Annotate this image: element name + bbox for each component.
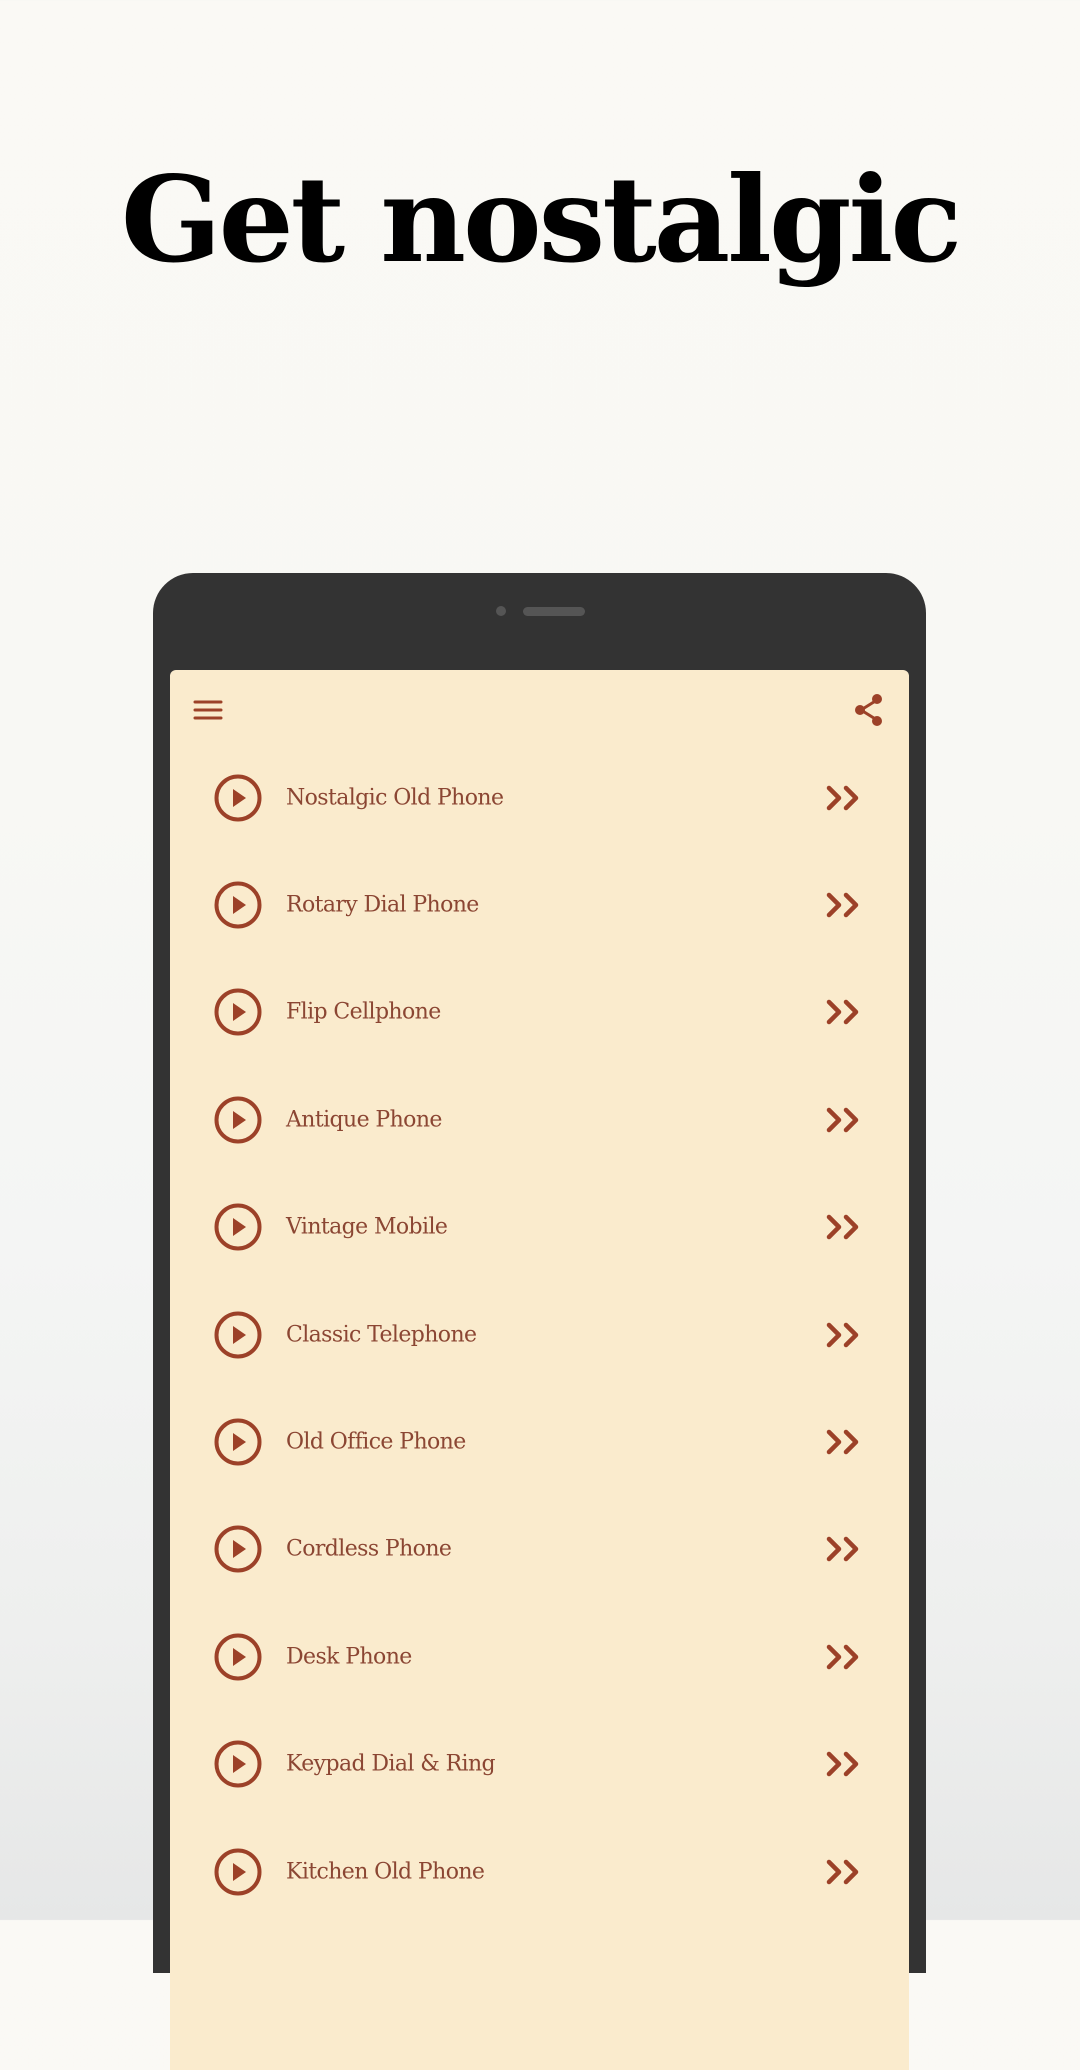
- play-circle-icon[interactable]: [213, 1632, 263, 1682]
- double-chevron-right-icon[interactable]: [825, 1213, 863, 1241]
- list-item[interactable]: Old Office Phone: [170, 1388, 909, 1495]
- list-item[interactable]: Antique Phone: [170, 1066, 909, 1173]
- play-circle-icon[interactable]: [213, 1202, 263, 1252]
- list-item[interactable]: Rotary Dial Phone: [170, 851, 909, 958]
- double-chevron-right-icon[interactable]: [825, 1428, 863, 1456]
- play-circle-icon[interactable]: [213, 773, 263, 823]
- hamburger-menu-icon: [193, 700, 223, 720]
- list-item-label: Classic Telephone: [286, 1322, 477, 1348]
- double-chevron-right-icon[interactable]: [825, 1535, 863, 1563]
- play-circle-icon[interactable]: [213, 987, 263, 1037]
- play-circle-icon[interactable]: [213, 880, 263, 930]
- play-circle-icon[interactable]: [213, 1310, 263, 1360]
- phone-frame: Nostalgic Old Phone Rotary Dial Phone Fl…: [153, 573, 926, 2070]
- double-chevron-right-icon[interactable]: [825, 784, 863, 812]
- app-bar: [170, 670, 909, 750]
- double-chevron-right-icon[interactable]: [825, 1750, 863, 1778]
- list-item-label: Nostalgic Old Phone: [286, 785, 504, 811]
- list-item-label: Vintage Mobile: [286, 1214, 448, 1240]
- play-circle-icon[interactable]: [213, 1847, 263, 1897]
- list-item-label: Cordless Phone: [286, 1536, 452, 1562]
- share-icon: [855, 694, 882, 726]
- list-item-label: Old Office Phone: [286, 1429, 466, 1455]
- headline: Get nostalgic: [120, 150, 962, 289]
- list-item-label: Desk Phone: [286, 1644, 412, 1670]
- play-circle-icon[interactable]: [213, 1524, 263, 1574]
- app-screen: Nostalgic Old Phone Rotary Dial Phone Fl…: [170, 670, 909, 2070]
- list-item-label: Antique Phone: [286, 1107, 442, 1133]
- list-item-label: Keypad Dial & Ring: [286, 1751, 496, 1777]
- play-circle-icon[interactable]: [213, 1739, 263, 1789]
- share-button[interactable]: [847, 688, 891, 732]
- double-chevron-right-icon[interactable]: [825, 998, 863, 1026]
- sound-list: Nostalgic Old Phone Rotary Dial Phone Fl…: [170, 744, 909, 1925]
- list-item-label: Rotary Dial Phone: [286, 892, 479, 918]
- play-circle-icon[interactable]: [213, 1417, 263, 1467]
- list-item-label: Flip Cellphone: [286, 999, 441, 1025]
- earpiece-speaker: [523, 607, 585, 616]
- list-item[interactable]: Flip Cellphone: [170, 959, 909, 1066]
- menu-button[interactable]: [188, 690, 228, 730]
- list-item[interactable]: Keypad Dial & Ring: [170, 1711, 909, 1818]
- list-item[interactable]: Kitchen Old Phone: [170, 1818, 909, 1925]
- list-item[interactable]: Vintage Mobile: [170, 1174, 909, 1281]
- list-item[interactable]: Cordless Phone: [170, 1496, 909, 1603]
- double-chevron-right-icon[interactable]: [825, 1643, 863, 1671]
- front-camera: [496, 606, 506, 616]
- list-item[interactable]: Desk Phone: [170, 1603, 909, 1710]
- list-item[interactable]: Nostalgic Old Phone: [170, 744, 909, 851]
- double-chevron-right-icon[interactable]: [825, 1106, 863, 1134]
- play-circle-icon[interactable]: [213, 1095, 263, 1145]
- list-item-label: Kitchen Old Phone: [286, 1859, 485, 1885]
- double-chevron-right-icon[interactable]: [825, 891, 863, 919]
- list-item[interactable]: Classic Telephone: [170, 1281, 909, 1388]
- double-chevron-right-icon[interactable]: [825, 1321, 863, 1349]
- double-chevron-right-icon[interactable]: [825, 1858, 863, 1886]
